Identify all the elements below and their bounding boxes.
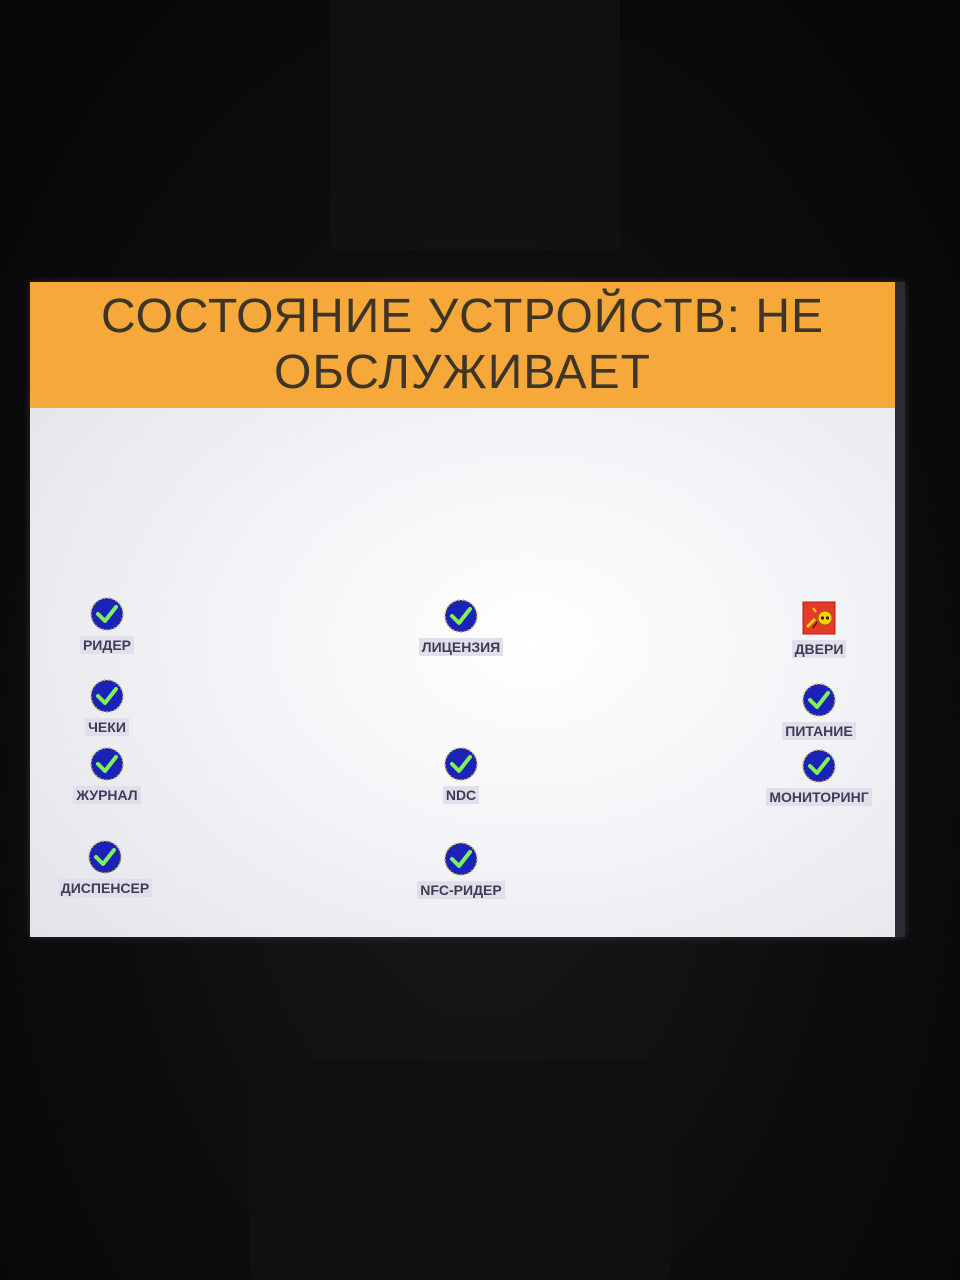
check-icon xyxy=(802,749,836,783)
page-title: СОСТОЯНИЕ УСТРОЙСТВ: НЕ ОБСЛУЖИВАЕТ xyxy=(100,290,825,399)
atm-screen: СОСТОЯНИЕ УСТРОЙСТВ: НЕ ОБСЛУЖИВАЕТ РИДЕ… xyxy=(30,282,905,937)
check-icon xyxy=(444,842,478,876)
device-nfc-reader: NFC-РИДЕР xyxy=(381,841,541,899)
device-receipts: ЧЕКИ xyxy=(27,678,187,736)
device-label: ЧЕКИ xyxy=(85,718,129,736)
door-alert-icon xyxy=(802,601,836,635)
card-slot-panel xyxy=(250,1060,670,1280)
check-icon xyxy=(88,840,122,874)
device-dispenser: ДИСПЕНСЕР xyxy=(25,839,185,897)
device-journal: ЖУРНАЛ xyxy=(27,746,187,804)
device-label: МОНИТОРИНГ xyxy=(766,788,872,806)
device-label: ЖУРНАЛ xyxy=(73,786,141,804)
device-power: ПИТАНИЕ xyxy=(739,682,899,740)
device-label: РИДЕР xyxy=(79,636,135,654)
device-reader: РИДЕР xyxy=(27,596,187,654)
device-label: NFC-РИДЕР xyxy=(417,881,505,899)
device-label: NDC xyxy=(442,786,480,804)
status-header: СОСТОЯНИЕ УСТРОЙСТВ: НЕ ОБСЛУЖИВАЕТ xyxy=(30,282,895,408)
check-icon xyxy=(802,683,836,717)
check-icon xyxy=(90,747,124,781)
check-icon xyxy=(90,679,124,713)
device-ndc: NDC xyxy=(381,746,541,804)
device-label: ДВЕРИ xyxy=(791,640,847,658)
check-icon xyxy=(90,597,124,631)
device-monitoring: МОНИТОРИНГ xyxy=(739,748,899,806)
camera-housing xyxy=(330,0,620,250)
device-label: ПИТАНИЕ xyxy=(782,722,856,740)
device-label: ЛИЦЕНЗИЯ xyxy=(418,638,504,656)
device-doors: ДВЕРИ xyxy=(739,600,899,658)
check-icon xyxy=(444,747,478,781)
device-license: ЛИЦЕНЗИЯ xyxy=(381,598,541,656)
check-icon xyxy=(444,599,478,633)
device-label: ДИСПЕНСЕР xyxy=(57,879,153,897)
